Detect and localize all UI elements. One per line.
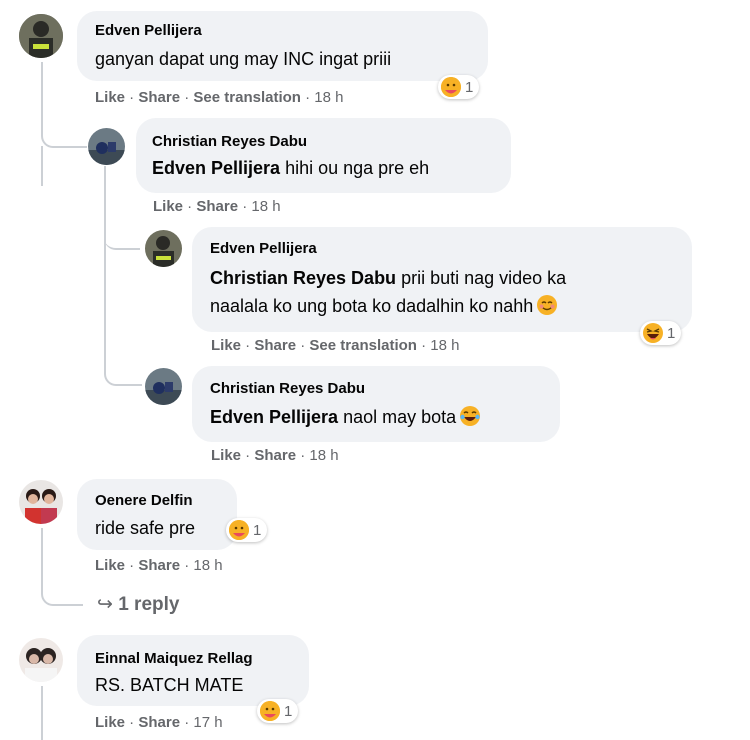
share-link[interactable]: Share xyxy=(138,714,180,731)
mention-link[interactable]: Edven Pellijera xyxy=(210,407,338,427)
timestamp[interactable]: 18 h xyxy=(314,89,343,106)
avatar-photo-icon xyxy=(19,480,63,524)
comment-bubble: Christian Reyes Dabu Edven Pellijera hih… xyxy=(136,118,511,193)
like-link[interactable]: Like xyxy=(211,447,241,464)
like-link[interactable]: Like xyxy=(211,337,241,354)
like-link[interactable]: Like xyxy=(95,714,125,731)
mention-link[interactable]: Edven Pellijera xyxy=(152,158,280,178)
see-translation-link[interactable]: See translation xyxy=(193,89,301,106)
avatar[interactable] xyxy=(19,638,63,682)
comment-bubble: Edven Pellijera ganyan dapat ung may INC… xyxy=(77,11,488,81)
share-link[interactable]: Share xyxy=(254,447,296,464)
like-link[interactable]: Like xyxy=(95,557,125,574)
comment-text: RS. BATCH MATE xyxy=(95,675,244,695)
comment-bubble: Edven Pellijera Christian Reyes Dabu pri… xyxy=(192,227,692,332)
avatar[interactable] xyxy=(145,368,182,405)
reaction-badge[interactable]: 1 xyxy=(438,75,480,99)
avatar[interactable] xyxy=(19,480,63,524)
thread-line xyxy=(41,146,43,186)
reaction-count: 1 xyxy=(284,702,293,720)
thread-line xyxy=(41,528,83,606)
reaction-badge[interactable]: 1 xyxy=(226,518,268,542)
reaction-badge[interactable]: 1 xyxy=(640,321,682,345)
care-reaction-icon xyxy=(229,520,249,540)
commenter-name[interactable]: Edven Pellijera xyxy=(210,240,317,257)
share-link[interactable]: Share xyxy=(138,557,180,574)
commenter-name[interactable]: Oenere Delfin xyxy=(95,492,193,509)
reaction-count: 1 xyxy=(465,78,474,96)
comment-text: ride safe pre xyxy=(95,518,196,538)
comment-actions: Like · Share · See translation · 18 h xyxy=(95,89,344,106)
avatar-photo-icon xyxy=(88,128,125,165)
comment-text: naalala ko ung bota ko dadalhin ko nahh xyxy=(210,293,558,319)
avatar-photo-icon xyxy=(19,14,63,58)
comment-actions: Like · Share · 18 h xyxy=(211,447,339,464)
reply-arrow-icon: ↪ xyxy=(97,594,113,615)
thread-line xyxy=(104,166,140,250)
comment-text: Christian Reyes Dabu prii buti nag video… xyxy=(210,268,567,288)
timestamp[interactable]: 18 h xyxy=(193,557,222,574)
avatar[interactable] xyxy=(145,230,182,267)
comment-text: Edven Pellijera naol may bota xyxy=(210,404,481,430)
avatar-photo-icon xyxy=(19,638,63,682)
avatar[interactable] xyxy=(88,128,125,165)
reaction-badge[interactable]: 1 xyxy=(257,699,299,723)
thread-line xyxy=(41,62,87,148)
timestamp[interactable]: 18 h xyxy=(430,337,459,354)
care-reaction-icon xyxy=(260,701,280,721)
avatar-photo-icon xyxy=(145,230,182,267)
comment-bubble: Christian Reyes Dabu Edven Pellijera nao… xyxy=(192,366,560,442)
haha-reaction-icon xyxy=(643,323,663,343)
share-link[interactable]: Share xyxy=(196,198,238,215)
avatar-photo-icon xyxy=(145,368,182,405)
see-translation-link[interactable]: See translation xyxy=(309,337,417,354)
commenter-name[interactable]: Christian Reyes Dabu xyxy=(152,133,307,150)
comment-actions: Like · Share · 18 h xyxy=(95,557,223,574)
comment-bubble: Oenere Delfin ride safe pre xyxy=(77,479,237,550)
like-link[interactable]: Like xyxy=(153,198,183,215)
mention-link[interactable]: Christian Reyes Dabu xyxy=(210,268,396,288)
reaction-count: 1 xyxy=(253,521,262,539)
reaction-count: 1 xyxy=(667,324,676,342)
timestamp[interactable]: 17 h xyxy=(193,714,222,731)
comment-actions: Like · Share · 18 h xyxy=(153,198,281,215)
smile-emoji-icon xyxy=(537,295,558,315)
commenter-name[interactable]: Edven Pellijera xyxy=(95,22,202,39)
timestamp[interactable]: 18 h xyxy=(309,447,338,464)
thread-line xyxy=(41,686,43,740)
share-link[interactable]: Share xyxy=(254,337,296,354)
care-reaction-icon xyxy=(441,77,461,97)
tears-of-joy-emoji-icon xyxy=(460,406,481,426)
comment-actions: Like · Share · See translation · 18 h xyxy=(211,337,460,354)
commenter-name[interactable]: Christian Reyes Dabu xyxy=(210,380,365,397)
comment-text: ganyan dapat ung may INC ingat priii xyxy=(95,49,392,69)
view-replies-link[interactable]: ↪ 1 reply xyxy=(97,593,179,616)
avatar[interactable] xyxy=(19,14,63,58)
commenter-name[interactable]: Einnal Maiquez Rellag xyxy=(95,650,253,667)
timestamp[interactable]: 18 h xyxy=(251,198,280,215)
share-link[interactable]: Share xyxy=(138,89,180,106)
comment-bubble: Einnal Maiquez Rellag RS. BATCH MATE xyxy=(77,635,309,706)
comment-actions: Like · Share · 17 h xyxy=(95,714,223,731)
comment-text: Edven Pellijera hihi ou nga pre eh xyxy=(152,158,430,178)
like-link[interactable]: Like xyxy=(95,89,125,106)
